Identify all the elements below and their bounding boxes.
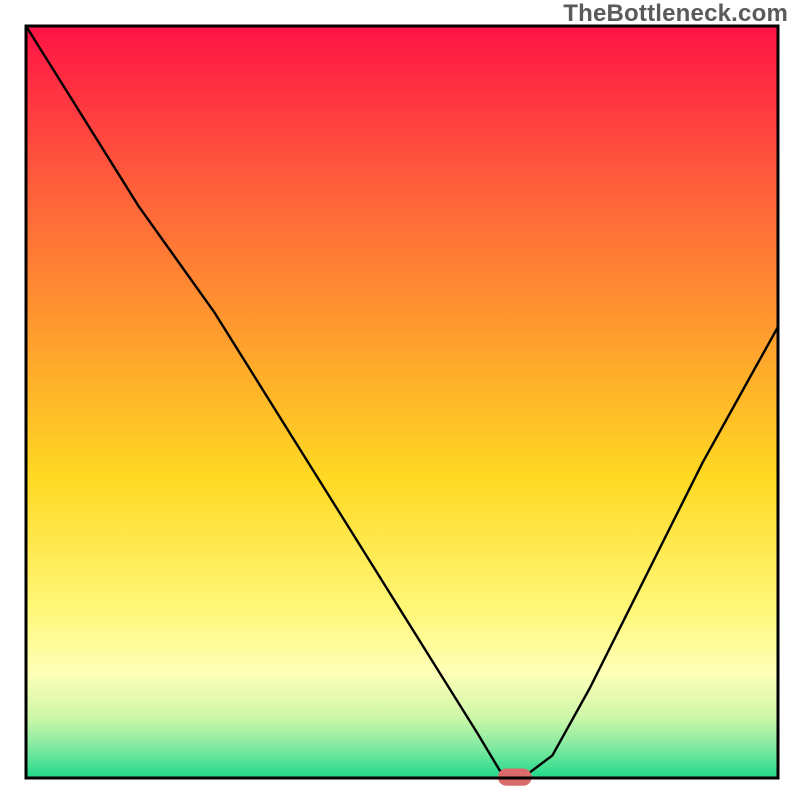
chart-wrapper: TheBottleneck.com [0, 0, 800, 800]
bottleneck-chart [0, 0, 800, 800]
plot-background [26, 26, 778, 778]
